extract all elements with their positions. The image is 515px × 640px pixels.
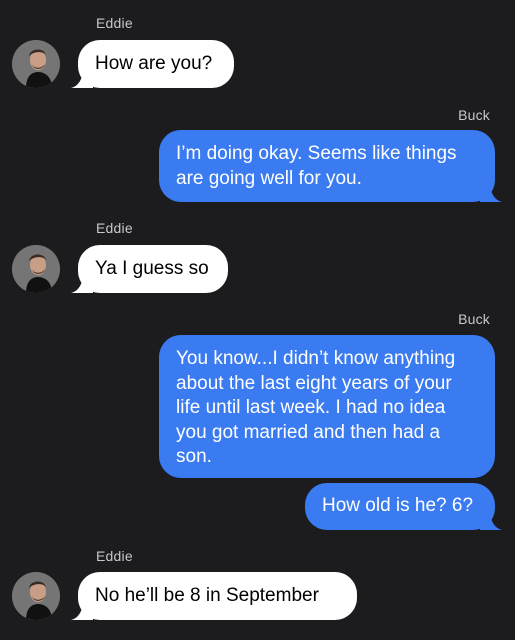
message-bubble-incoming[interactable]: How are you? bbox=[71, 40, 234, 88]
message-bubble-outgoing[interactable]: You know...I didn’t know anything about … bbox=[159, 335, 495, 478]
message-bubble-incoming[interactable]: Ya I guess so bbox=[71, 245, 228, 293]
message-bubble-incoming[interactable]: No he’ll be 8 in September bbox=[71, 572, 357, 620]
message-text: No he’ll be 8 in September bbox=[95, 585, 319, 606]
avatar[interactable] bbox=[12, 40, 60, 88]
avatar[interactable] bbox=[12, 572, 60, 620]
avatar-icon bbox=[12, 40, 60, 88]
message-bubble-outgoing[interactable]: How old is he? 6? bbox=[305, 483, 502, 530]
bubble-tail-icon bbox=[71, 600, 93, 620]
message-text: I’m doing okay. Seems like things are go… bbox=[176, 143, 457, 189]
bubble-tail-icon bbox=[71, 68, 93, 88]
message-text: How old is he? 6? bbox=[322, 495, 474, 516]
sender-name-buck: Buck bbox=[458, 107, 490, 123]
message-text: How are you? bbox=[95, 53, 213, 74]
sender-name-buck: Buck bbox=[458, 311, 490, 327]
avatar-icon bbox=[12, 572, 60, 620]
sender-name-eddie: Eddie bbox=[96, 220, 133, 236]
avatar-icon bbox=[12, 245, 60, 293]
sender-name-eddie: Eddie bbox=[96, 548, 133, 564]
bubble-tail-icon bbox=[480, 182, 502, 202]
message-bubble-outgoing[interactable]: I’m doing okay. Seems like things are go… bbox=[159, 130, 502, 202]
bubble-tail-icon bbox=[480, 510, 502, 530]
message-text: You know...I didn’t know anything about … bbox=[176, 348, 456, 467]
message-text: Ya I guess so bbox=[95, 258, 209, 279]
avatar[interactable] bbox=[12, 245, 60, 293]
sender-name-eddie: Eddie bbox=[96, 15, 133, 31]
bubble-tail-icon bbox=[71, 273, 93, 293]
